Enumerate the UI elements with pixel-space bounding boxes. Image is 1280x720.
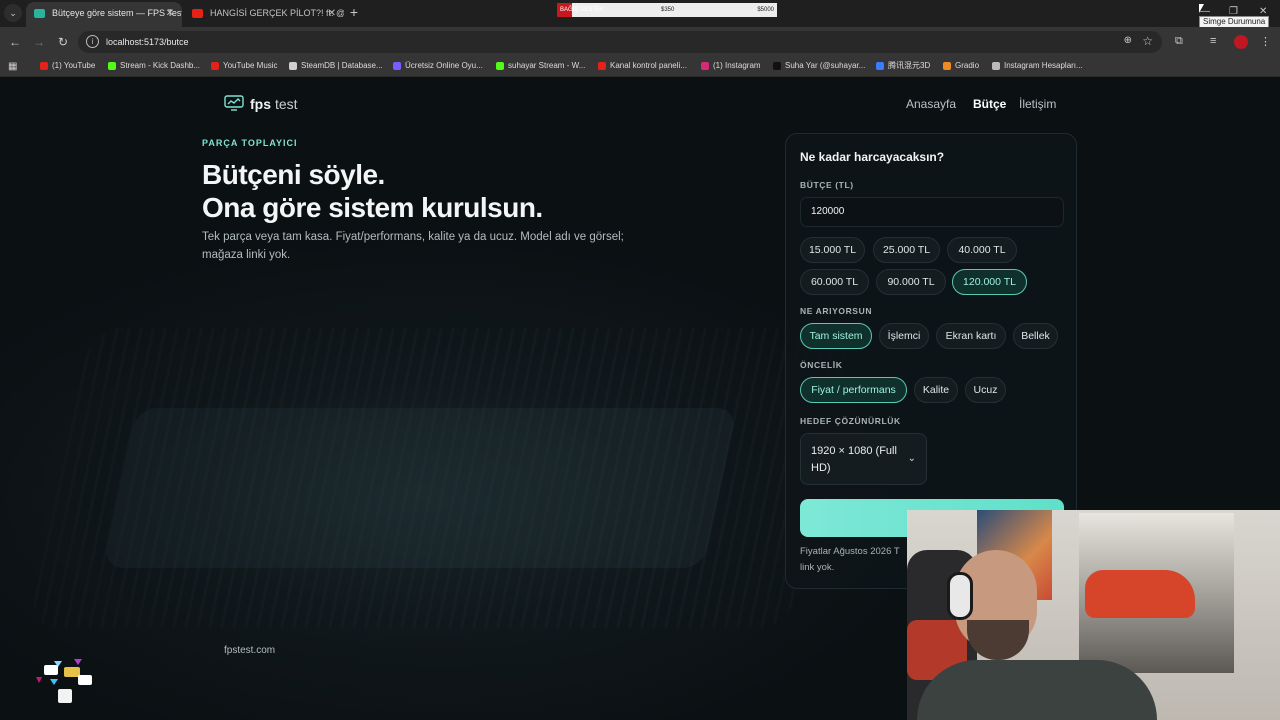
budget-preset-60000[interactable]: 60.000 TL bbox=[800, 269, 869, 295]
bookmark-youtube-music[interactable]: YouTube Music bbox=[211, 57, 278, 77]
profile-avatar[interactable] bbox=[1234, 35, 1248, 49]
option-cpu[interactable]: İşlemci bbox=[879, 323, 929, 349]
donation-label: BAĞIŞ DESTEK bbox=[560, 7, 605, 13]
poster-car-shape bbox=[1085, 570, 1195, 618]
headphones-icon bbox=[947, 572, 973, 620]
address-bar[interactable]: i localhost:5173/butce ⊕ ☆ bbox=[78, 31, 1162, 53]
budget-preset-25000[interactable]: 25.000 TL bbox=[873, 237, 940, 263]
apps-grid-icon[interactable]: ▦ bbox=[8, 61, 17, 72]
chevron-down-icon: ⌄ bbox=[907, 453, 916, 464]
footer-domain[interactable]: fpstest.com bbox=[224, 645, 275, 656]
kick-icon bbox=[108, 62, 116, 70]
globe-icon bbox=[992, 62, 1000, 70]
option-full-system[interactable]: Tam sistem bbox=[800, 323, 872, 349]
nav-link-budget[interactable]: Bütçe bbox=[973, 97, 1006, 111]
streamer-body bbox=[917, 660, 1157, 720]
resolution-label: HEDEF ÇÖZÜNÜRLÜK bbox=[800, 416, 901, 426]
headline-line-1: Bütçeni söyle. bbox=[202, 159, 385, 190]
donation-current: $350 bbox=[661, 7, 675, 13]
nav-link-home[interactable]: Anasayfa bbox=[906, 97, 956, 111]
bookmark-online-games[interactable]: Ücretsiz Online Oyu... bbox=[393, 57, 483, 77]
browser-tab-active[interactable]: Bütçeye göre sistem — FPS Test ✕ bbox=[26, 2, 182, 27]
priority-label: ÖNCELİK bbox=[800, 360, 843, 370]
stream-badge-icon bbox=[36, 659, 92, 703]
bookmarks-bar: ▦ (1) YouTube Stream - Kick Dashb... You… bbox=[0, 57, 1280, 77]
budget-input[interactable]: 120000 bbox=[800, 197, 1064, 227]
new-tab-button[interactable]: + bbox=[346, 4, 362, 22]
budget-preset-90000[interactable]: 90.000 TL bbox=[876, 269, 946, 295]
monitor-chart-icon bbox=[224, 95, 244, 111]
youtube-icon bbox=[598, 62, 606, 70]
close-tab-icon[interactable]: ✕ bbox=[166, 2, 174, 25]
browser-tab-inactive[interactable]: HANGİSİ GERÇEK PİLOT?! ft. @ ✕ bbox=[184, 2, 344, 27]
budget-preset-15000[interactable]: 15.000 TL bbox=[800, 237, 865, 263]
tab-search-button[interactable]: ⌄ bbox=[4, 4, 22, 22]
browser-tab-strip: ⌄ Bütçeye göre sistem — FPS Test ✕ HANGİ… bbox=[0, 0, 1280, 28]
nav-link-contact[interactable]: İletişim bbox=[1019, 97, 1056, 111]
priority-cheap[interactable]: Ucuz bbox=[965, 377, 1006, 403]
logo-secondary: test bbox=[275, 96, 298, 112]
bookmark-steamdb[interactable]: SteamDB | Database... bbox=[289, 57, 383, 77]
youtube-favicon-icon bbox=[192, 9, 203, 18]
hero-description: Tek parça veya tam kasa. Fiyat/performan… bbox=[202, 231, 624, 261]
looking-for-label: NE ARIYORSUN bbox=[800, 306, 873, 316]
zoom-icon[interactable]: ⊕ bbox=[1124, 35, 1132, 46]
reload-icon[interactable]: ↻ bbox=[55, 34, 71, 50]
priority-quality[interactable]: Kalite bbox=[914, 377, 958, 403]
close-tab-icon[interactable]: ✕ bbox=[328, 2, 336, 25]
resolution-value: 1920 × 1080 (Full HD) bbox=[811, 445, 897, 474]
mouse-cursor-icon bbox=[1199, 4, 1204, 13]
fps-test-favicon-icon bbox=[34, 9, 45, 18]
hero-headline: Bütçeni söyle. Ona göre sistem kurulsun. bbox=[202, 158, 543, 224]
form-title: Ne kadar harcayacaksın? bbox=[800, 150, 945, 164]
bookmark-instagram[interactable]: (1) Instagram bbox=[701, 57, 761, 77]
site-info-icon[interactable]: i bbox=[86, 35, 99, 48]
hero-eyebrow: PARÇA TOPLAYICI bbox=[202, 138, 298, 148]
bookmark-star-icon[interactable]: ☆ bbox=[1142, 34, 1153, 48]
bookmark-tiktok[interactable]: Suha Yar (@suhayar... bbox=[773, 57, 865, 77]
option-gpu[interactable]: Ekran kartı bbox=[936, 323, 1006, 349]
bookmark-instagram-accounts[interactable]: Instagram Hesapları... bbox=[992, 57, 1083, 77]
bookmark-youtube[interactable]: (1) YouTube bbox=[40, 57, 95, 77]
bookmark-hunyuan-3d[interactable]: 腾讯混元3D bbox=[876, 57, 930, 77]
tiktok-icon bbox=[773, 62, 781, 70]
hunyuan-icon bbox=[876, 62, 884, 70]
steamdb-icon bbox=[289, 62, 297, 70]
budget-preset-40000[interactable]: 40.000 TL bbox=[947, 237, 1017, 263]
games-icon bbox=[393, 62, 401, 70]
budget-preset-120000[interactable]: 120.000 TL bbox=[952, 269, 1027, 295]
bookmark-suhayar-stream[interactable]: suhayar Stream - W... bbox=[496, 57, 585, 77]
bookmark-channel-panel[interactable]: Kanal kontrol paneli... bbox=[598, 57, 687, 77]
bookmark-kick-dashboard[interactable]: Stream - Kick Dashb... bbox=[108, 57, 200, 77]
browser-menu-icon[interactable]: ⋮ bbox=[1260, 35, 1271, 48]
youtube-icon bbox=[40, 62, 48, 70]
back-icon[interactable]: ← bbox=[7, 34, 23, 50]
browser-toolbar: ← → ↻ i localhost:5173/butce ⊕ ☆ ⧉ ≡ ⋮ bbox=[0, 27, 1280, 57]
donation-goal: $5000 bbox=[757, 7, 774, 13]
priority-price-performance[interactable]: Fiyat / performans bbox=[800, 377, 907, 403]
kick-icon bbox=[496, 62, 504, 70]
gradio-icon bbox=[943, 62, 951, 70]
url-text[interactable]: localhost:5173/butce bbox=[106, 31, 189, 53]
tab-title: Bütçeye göre sistem — FPS Test bbox=[52, 8, 182, 18]
youtube-music-icon bbox=[211, 62, 219, 70]
logo-primary: fps bbox=[250, 96, 271, 112]
extensions-icon[interactable]: ⧉ bbox=[1175, 35, 1183, 48]
media-control-icon[interactable]: ≡ bbox=[1210, 35, 1216, 47]
resolution-select[interactable]: 1920 × 1080 (Full HD) ⌄ bbox=[800, 433, 927, 485]
forward-icon[interactable]: → bbox=[31, 34, 47, 50]
option-memory[interactable]: Bellek bbox=[1013, 323, 1058, 349]
donation-progress-bar: BAĞIŞ DESTEK $350 $5000 bbox=[557, 3, 777, 17]
instagram-icon bbox=[701, 62, 709, 70]
bookmark-gradio[interactable]: Gradio bbox=[943, 57, 979, 77]
webcam-overlay bbox=[907, 510, 1280, 720]
budget-label: BÜTÇE (TL) bbox=[800, 180, 854, 190]
headline-line-2: Ona göre sistem kurulsun. bbox=[202, 192, 543, 223]
tab-title: HANGİSİ GERÇEK PİLOT?! ft. @ bbox=[210, 8, 344, 18]
